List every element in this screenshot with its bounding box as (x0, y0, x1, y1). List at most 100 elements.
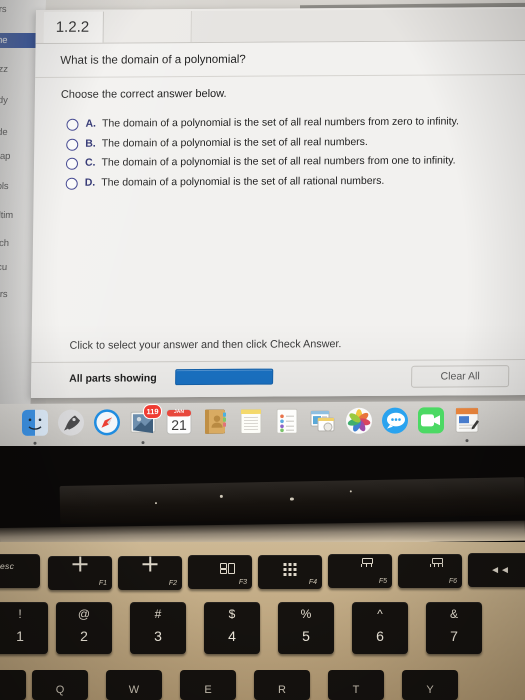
key-y[interactable]: Y (402, 670, 458, 700)
calendar-icon[interactable]: JAN 21 (164, 407, 194, 437)
photos-icon[interactable] (344, 406, 374, 436)
key-f3-mission-control[interactable]: F3 (188, 555, 252, 589)
sidebar-item-course-home[interactable]: Cours (0, 289, 35, 300)
answer-choice-d[interactable]: D. The domain of a polynomial is the set… (65, 173, 525, 190)
key-f7-rewind[interactable]: ◄◄ (468, 553, 525, 587)
clear-all-button[interactable]: Clear All (411, 365, 510, 388)
key-5-digit: 5 (302, 628, 310, 644)
answer-choice-c[interactable]: C. The domain of a polynomial is the set… (65, 154, 525, 170)
key-5[interactable]: % 5 (278, 602, 334, 654)
launchpad-icon[interactable] (56, 407, 86, 437)
key-3-symbol: # (154, 607, 162, 621)
sidebar-item-discussions[interactable]: Discu (0, 262, 36, 273)
mail-icon[interactable]: 119 (128, 404, 162, 445)
sidebar-item-multimedia[interactable]: Multim (0, 210, 38, 221)
choice-letter-b: B. (85, 137, 96, 150)
key-f2-label: F2 (168, 580, 177, 587)
key-6-symbol: ^ (377, 607, 383, 621)
key-f4-label: F4 (308, 579, 317, 586)
tab-exercise-number[interactable]: 1.2.2 (43, 11, 105, 43)
key-4[interactable]: $ 4 (204, 602, 260, 654)
question-prompt: What is the domain of a polynomial? (35, 40, 525, 79)
key-f1-label: F1 (98, 580, 107, 587)
radio-button-icon-a[interactable] (66, 118, 79, 131)
key-1-symbol: ! (18, 607, 22, 621)
key-t-label: T (352, 684, 360, 696)
key-f5-keyboard-backlight-down[interactable]: F5 (328, 554, 392, 588)
photograph-of-laptop-screen: urs me uizz tudy rade Chap Tools Multim … (0, 0, 525, 700)
choice-text-c: The domain of a polynomial is the set of… (101, 154, 456, 169)
pages-icon[interactable] (452, 405, 482, 443)
key-r[interactable]: R (254, 670, 310, 700)
finder-icon[interactable] (20, 408, 50, 445)
contacts-icon[interactable] (200, 407, 230, 437)
choice-letter-d: D. (84, 176, 96, 189)
key-3[interactable]: # 3 (130, 602, 186, 654)
key-q[interactable]: Q (32, 670, 88, 700)
key-6[interactable]: ^ 6 (352, 602, 408, 654)
messages-icon[interactable] (380, 405, 410, 435)
laptop-keyboard-deck: esc F1 F2 F3 F4 F5 F6 ◄◄ ! 1 @ 2 # 3 $ 4… (0, 542, 525, 700)
key-q-label: Q (55, 684, 65, 696)
mail-running-dot (141, 441, 145, 445)
key-t[interactable]: T (328, 670, 384, 700)
key-6-digit: 6 (376, 628, 384, 644)
answer-instruction: Choose the correct answer below. (60, 87, 227, 101)
radio-button-icon-b[interactable] (66, 138, 79, 151)
key-esc[interactable]: esc (0, 554, 40, 588)
key-w[interactable]: W (106, 670, 162, 700)
key-2-digit: 2 (80, 628, 88, 644)
key-2-symbol: @ (77, 607, 91, 621)
sidebar-item-purchase[interactable]: Purch (0, 238, 37, 249)
key-letter-0[interactable] (0, 670, 26, 700)
notes-icon[interactable] (236, 406, 266, 436)
check-answer-button[interactable] (175, 368, 274, 386)
answer-choice-a[interactable]: A. The domain of a polynomial is the set… (66, 115, 525, 131)
choice-letter-a: A. (85, 117, 97, 130)
key-e[interactable]: E (180, 670, 236, 700)
calendar-month-label: JAN (173, 408, 184, 415)
key-y-label: Y (426, 684, 434, 696)
reminders-icon[interactable] (272, 406, 302, 436)
key-r-label: R (278, 684, 286, 696)
key-7-digit: 7 (450, 628, 458, 644)
exercise-window: 1.2.2 What is the domain of a polynomial… (30, 6, 525, 399)
key-f3-label: F3 (238, 579, 247, 586)
choice-letter-c: C. (84, 156, 96, 169)
mail-unread-badge: 119 (143, 404, 162, 420)
key-4-symbol: $ (228, 607, 236, 621)
key-e-label: E (204, 684, 212, 696)
key-f1-brightness-down[interactable]: F1 (48, 556, 112, 590)
calendar-day-label: 21 (171, 416, 187, 433)
key-w-label: W (128, 684, 140, 696)
hint-text: Click to select your answer and then cli… (69, 338, 342, 352)
radio-button-icon-c[interactable] (65, 157, 79, 170)
pages-running-dot (465, 439, 469, 443)
key-5-symbol: % (300, 607, 312, 621)
key-7[interactable]: & 7 (426, 602, 482, 654)
exercise-tabstrip: 1.2.2 (35, 6, 525, 45)
macos-dock[interactable]: 119 JAN 21 (0, 400, 525, 448)
key-f2-brightness-up[interactable]: F2 (118, 556, 182, 590)
exercise-footer: All parts showing Clear All (30, 358, 525, 399)
answer-choice-b[interactable]: B. The domain of a polynomial is the set… (66, 134, 525, 151)
key-1[interactable]: ! 1 (0, 602, 48, 654)
news-icon[interactable] (308, 406, 338, 436)
tabstrip-filler (190, 8, 525, 43)
all-parts-showing-label: All parts showing (69, 372, 157, 385)
safari-icon[interactable] (92, 407, 122, 437)
key-4-digit: 4 (228, 628, 236, 644)
rewind-icon: ◄◄ (490, 565, 510, 576)
key-f5-label: F5 (378, 578, 387, 585)
launchpad-grid-icon (283, 563, 297, 576)
key-2[interactable]: @ 2 (56, 602, 112, 654)
key-f4-launchpad[interactable]: F4 (258, 555, 322, 589)
key-1-digit: 1 (16, 628, 24, 644)
finder-running-dot (33, 441, 37, 445)
facetime-icon[interactable] (416, 405, 446, 435)
choice-text-d: The domain of a polynomial is the set of… (101, 174, 385, 189)
radio-button-icon-d[interactable] (65, 177, 78, 190)
answer-choice-list: A. The domain of a polynomial is the set… (34, 102, 525, 190)
key-f6-keyboard-backlight-up[interactable]: F6 (398, 554, 462, 588)
choice-text-b: The domain of a polynomial is the set of… (101, 135, 368, 150)
